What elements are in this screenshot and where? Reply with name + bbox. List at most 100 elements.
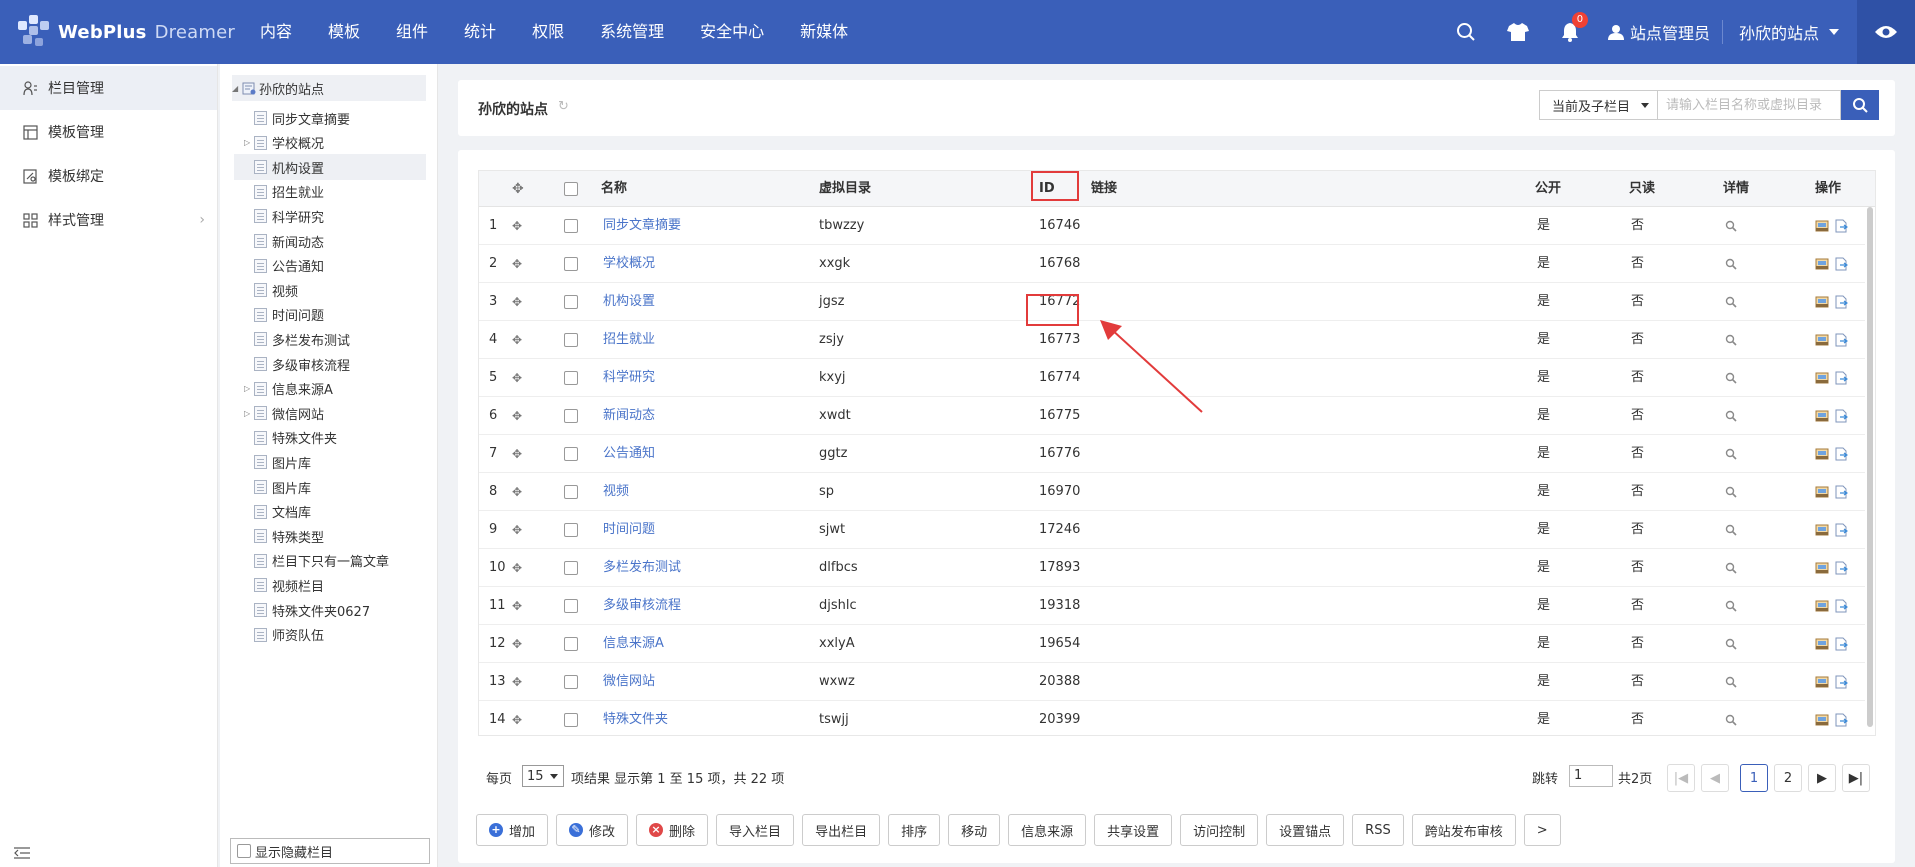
export-doc-icon[interactable]	[1835, 511, 1849, 549]
edit-column-icon[interactable]	[1815, 663, 1829, 701]
eye-icon[interactable]	[1857, 0, 1915, 64]
detail-magnifier-icon[interactable]	[1725, 473, 1737, 511]
row-checkbox[interactable]	[564, 523, 578, 537]
edit-column-icon[interactable]	[1815, 549, 1829, 587]
export-doc-icon[interactable]	[1835, 473, 1849, 511]
table-row[interactable]: 2 ✥ 学校概况 xxgk 16768 是 否	[479, 245, 1865, 283]
logo[interactable]: WebPlus Dreamer	[18, 14, 235, 50]
share-settings-button[interactable]: 共享设置	[1094, 814, 1173, 846]
tree-node[interactable]: 多级审核流程	[234, 351, 426, 377]
edit-column-icon[interactable]	[1815, 321, 1829, 359]
show-hidden-checkbox[interactable]	[237, 844, 251, 858]
site-selector[interactable]: 孙欣的站点	[1723, 0, 1857, 64]
expand-icon[interactable]: ◢	[232, 84, 242, 93]
table-row[interactable]: 11 ✥ 多级审核流程 djshlc 19318 是 否	[479, 587, 1865, 625]
detail-magnifier-icon[interactable]	[1725, 245, 1737, 283]
column-name-link[interactable]: 多级审核流程	[603, 587, 681, 625]
drag-handle-icon[interactable]: ✥	[512, 625, 522, 663]
bell-icon[interactable]: 0	[1544, 0, 1596, 64]
row-checkbox[interactable]	[564, 485, 578, 499]
rss-button[interactable]: RSS	[1352, 814, 1404, 846]
export-doc-icon[interactable]	[1835, 359, 1849, 397]
drag-handle-icon[interactable]: ✥	[512, 245, 522, 283]
move-button[interactable]: 移动	[948, 814, 1001, 846]
nav-component[interactable]: 组件	[378, 0, 446, 64]
edit-column-icon[interactable]	[1815, 701, 1829, 735]
row-checkbox[interactable]	[564, 713, 578, 727]
row-checkbox[interactable]	[564, 371, 578, 385]
tree-node[interactable]: 图片库	[234, 449, 426, 475]
table-row[interactable]: 1 ✥ 同步文章摘要 tbwzzy 16746 是 否	[479, 207, 1865, 245]
scope-select[interactable]: 当前及子栏目	[1539, 90, 1657, 120]
column-name-link[interactable]: 科学研究	[603, 359, 655, 397]
row-checkbox[interactable]	[564, 561, 578, 575]
tree-node[interactable]: ▷ 微信网站	[234, 400, 426, 426]
detail-magnifier-icon[interactable]	[1725, 435, 1737, 473]
table-row[interactable]: 13 ✥ 微信网站 wxwz 20388 是 否	[479, 663, 1865, 701]
table-row[interactable]: 14 ✥ 特殊文件夹 tswjj 20399 是 否	[479, 701, 1865, 735]
column-name-link[interactable]: 时间问题	[603, 511, 655, 549]
nav-permission[interactable]: 权限	[514, 0, 582, 64]
column-name-link[interactable]: 特殊文件夹	[603, 701, 668, 735]
row-checkbox[interactable]	[564, 409, 578, 423]
row-checkbox[interactable]	[564, 599, 578, 613]
detail-magnifier-icon[interactable]	[1725, 511, 1737, 549]
edit-column-icon[interactable]	[1815, 435, 1829, 473]
col-link[interactable]: 链接	[1091, 171, 1117, 207]
detail-magnifier-icon[interactable]	[1725, 625, 1737, 663]
column-name-link[interactable]: 招生就业	[603, 321, 655, 359]
tree-node[interactable]: 同步文章摘要	[234, 105, 426, 131]
col-name[interactable]: 名称	[601, 171, 627, 207]
drag-handle-icon[interactable]: ✥	[512, 435, 522, 473]
detail-magnifier-icon[interactable]	[1725, 283, 1737, 321]
edit-column-icon[interactable]	[1815, 625, 1829, 663]
export-doc-icon[interactable]	[1835, 663, 1849, 701]
table-row[interactable]: 10 ✥ 多栏发布测试 dlfbcs 17893 是 否	[479, 549, 1865, 587]
drag-handle-icon[interactable]: ✥	[512, 207, 522, 245]
per-page-select[interactable]: 15	[522, 765, 564, 787]
tree-node[interactable]: 师资队伍	[234, 622, 426, 648]
drag-handle-icon[interactable]: ✥	[512, 397, 522, 435]
row-checkbox[interactable]	[564, 637, 578, 651]
table-row[interactable]: 7 ✥ 公告通知 ggtz 16776 是 否	[479, 435, 1865, 473]
search-input[interactable]	[1657, 90, 1841, 120]
last-page-button[interactable]: ▶|	[1842, 764, 1870, 792]
delete-button[interactable]: × 删除	[636, 814, 709, 846]
table-row[interactable]: 8 ✥ 视频 sp 16970 是 否	[479, 473, 1865, 511]
tree-node[interactable]: ▷ 学校概况	[234, 130, 426, 156]
row-checkbox[interactable]	[564, 333, 578, 347]
detail-magnifier-icon[interactable]	[1725, 207, 1737, 245]
edit-column-icon[interactable]	[1815, 587, 1829, 625]
row-checkbox[interactable]	[564, 447, 578, 461]
column-name-link[interactable]: 学校概况	[603, 245, 655, 283]
nav-statistics[interactable]: 统计	[446, 0, 514, 64]
column-name-link[interactable]: 信息来源A	[603, 625, 664, 663]
detail-magnifier-icon[interactable]	[1725, 321, 1737, 359]
detail-magnifier-icon[interactable]	[1725, 701, 1737, 735]
drag-handle-icon[interactable]: ✥	[512, 283, 522, 321]
drag-handle-icon[interactable]: ✥	[512, 701, 522, 735]
detail-magnifier-icon[interactable]	[1725, 663, 1737, 701]
access-control-button[interactable]: 访问控制	[1180, 814, 1259, 846]
tree-node[interactable]: 招生就业	[234, 179, 426, 205]
column-name-link[interactable]: 微信网站	[603, 663, 655, 701]
export-doc-icon[interactable]	[1835, 283, 1849, 321]
tree-node[interactable]: 特殊文件夹0627	[234, 597, 426, 623]
drag-handle-icon[interactable]: ✥	[512, 359, 522, 397]
drag-handle-icon[interactable]: ✥	[512, 587, 522, 625]
tree-node[interactable]: 视频栏目	[234, 572, 426, 598]
edit-column-icon[interactable]	[1815, 473, 1829, 511]
tree-node[interactable]: 视频	[234, 277, 426, 303]
menu-style-management[interactable]: 样式管理 ›	[0, 198, 217, 242]
menu-column-management[interactable]: 栏目管理	[0, 66, 217, 110]
set-anchor-button[interactable]: 设置锚点	[1266, 814, 1345, 846]
tree-node[interactable]: 机构设置	[234, 154, 426, 181]
drag-handle-icon[interactable]: ✥	[512, 663, 522, 701]
select-all-checkbox[interactable]	[564, 182, 578, 196]
table-scrollbar[interactable]	[1867, 207, 1873, 727]
tree-node[interactable]: 特殊类型	[234, 523, 426, 549]
prev-page-button[interactable]: ◀	[1701, 764, 1729, 792]
edit-column-icon[interactable]	[1815, 511, 1829, 549]
nav-system[interactable]: 系统管理	[582, 0, 682, 64]
show-hidden-columns[interactable]: 显示隐藏栏目	[230, 838, 430, 864]
